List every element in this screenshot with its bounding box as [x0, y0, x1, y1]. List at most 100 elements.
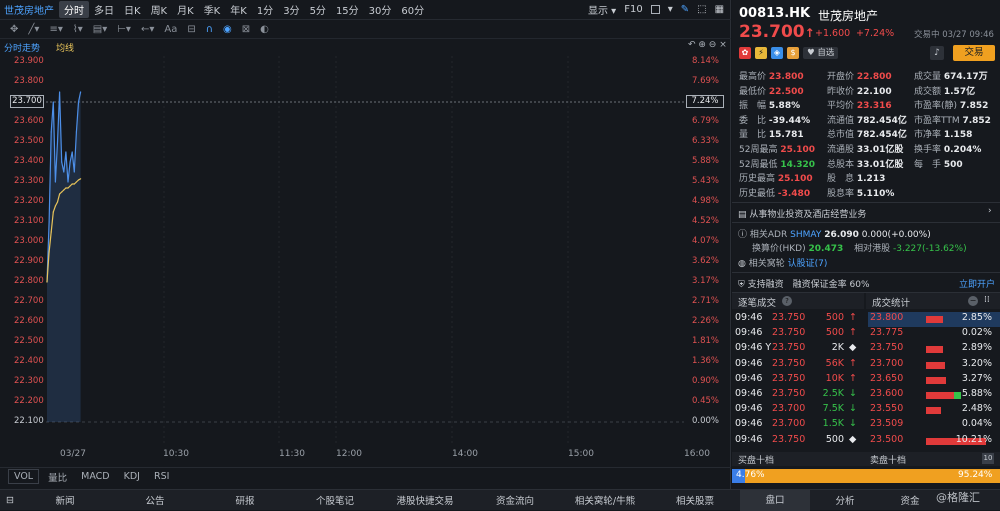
price-point [50, 131, 52, 133]
stat-label: 振 幅 [739, 101, 769, 112]
help-icon[interactable]: ? [782, 296, 792, 306]
f10-button[interactable]: F10 [624, 4, 642, 15]
stock-name-tab[interactable]: 世茂房地产 [0, 1, 59, 18]
bottom-nav: ⊟ 新闻 公告 研报 个股笔记 港股快捷交易 资金流向 相关窝轮/牛熊 相关股票… [0, 489, 1000, 511]
dist-pct: 10.21% [955, 433, 992, 445]
tab-book[interactable]: 盘口 [740, 489, 810, 511]
stat-label: 总股本 [827, 159, 857, 170]
line-tool-icon[interactable]: ╱▾ [28, 24, 39, 35]
watchlist-button[interactable]: ♥ 自选 [803, 47, 839, 59]
ray-tool-icon[interactable]: ≡▾ [49, 24, 62, 35]
tab-monthly-k[interactable]: 月K [172, 1, 199, 18]
tab-15min[interactable]: 15分 [331, 1, 364, 18]
bell-icon[interactable]: ♪ [930, 46, 944, 60]
indicator-macd[interactable]: MACD [76, 470, 114, 483]
stat-item: 市盈率TTM 7.852 [914, 113, 991, 126]
dollar-icon[interactable]: $ [787, 47, 799, 59]
dist-bar [926, 407, 941, 415]
y-tick-right: 3.17% [692, 276, 720, 286]
minus-icon[interactable]: − [968, 296, 978, 306]
nav-related-stocks[interactable]: 相关股票 [650, 493, 740, 507]
nav-money-flow[interactable]: 资金流向 [470, 493, 560, 507]
tab-intraday[interactable]: 分时 [59, 1, 89, 18]
y-tick-left: 22.300 [14, 376, 44, 386]
stat-value: 500 [943, 159, 963, 170]
measure-tool-icon[interactable]: ⊢▾ [117, 24, 131, 35]
trade-time: 09:46 [735, 357, 763, 369]
display-dropdown[interactable]: 显示 ▾ [588, 2, 616, 17]
price-change: +1.600 [815, 28, 851, 39]
tab-quarterly-k[interactable]: 季K [199, 1, 226, 18]
price-point [56, 141, 59, 143]
warrants-link[interactable]: 认股证(7) [788, 259, 828, 269]
stat-value: 7.852 [962, 115, 991, 126]
grid-icon[interactable]: ▦ [715, 4, 724, 15]
y-tick-left: 23.400 [14, 156, 44, 166]
tab-capital[interactable]: 资金 [880, 493, 940, 507]
trade-price: 23.750 [772, 388, 806, 399]
nav-announcements[interactable]: 公告 [110, 493, 200, 507]
chart-controls[interactable]: ↶ ⊕ ⊖ × [688, 40, 727, 50]
trade-button[interactable]: 交易 [953, 45, 995, 61]
indicator-volume-ratio[interactable]: 量比 [43, 469, 72, 485]
stat-label: 委 比 [739, 115, 769, 126]
delete-icon[interactable]: ⊠ [242, 24, 250, 35]
book-ratio-bar: 4.76% 95.24% [732, 469, 1000, 483]
checkbox-icon[interactable] [650, 5, 660, 14]
trade-time: 09:46 [735, 312, 763, 323]
lightning-icon[interactable]: ⚡ [755, 47, 767, 59]
tab-60min[interactable]: 60分 [396, 1, 429, 18]
avg-point [59, 193, 61, 195]
crosshair-icon[interactable]: ✥ [10, 24, 18, 35]
stat-value: 25.100 [777, 174, 813, 185]
tab-1min[interactable]: 1分 [252, 1, 278, 18]
wave-tool-icon[interactable]: ⌇▾ [73, 24, 83, 35]
stat-value: 1.213 [856, 174, 886, 185]
indicator-vol[interactable]: VOL [8, 469, 40, 484]
price-point [65, 151, 67, 153]
dist-pct: 0.02% [961, 327, 992, 339]
stat-item: 振 幅 5.88% [739, 98, 800, 111]
tab-multiday[interactable]: 多日 [89, 1, 119, 18]
y-tick-right: 1.36% [692, 356, 720, 366]
pen-icon[interactable]: ✎ [681, 4, 689, 15]
indicator-kdj[interactable]: KDJ [119, 470, 145, 483]
tab-3min[interactable]: 3分 [278, 1, 304, 18]
nav-warrants[interactable]: 相关窝轮/牛熊 [560, 493, 650, 507]
arrow-tool-icon[interactable]: ←▾ [141, 24, 154, 35]
intraday-chart[interactable] [46, 56, 684, 446]
chevron-right-icon[interactable]: › [988, 206, 992, 216]
eye-icon[interactable]: ◉ [223, 24, 232, 35]
layout-icon[interactable]: ⬚ [697, 4, 706, 15]
grid-icon[interactable]: ⁞⁞ [984, 295, 990, 305]
nav-notes[interactable]: 个股笔记 [290, 493, 380, 507]
indicator-rsi[interactable]: RSI [149, 470, 174, 483]
distribution-row: 23.509 0.04% [868, 418, 1000, 433]
tab-weekly-k[interactable]: 周K [146, 1, 173, 18]
y-tick-right: 1.81% [692, 336, 720, 346]
adr-row[interactable]: ⓘ 相关ADR SHMAY 26.090 0.000(+0.00%) [738, 227, 931, 240]
nav-quick-trade[interactable]: 港股快捷交易 [380, 493, 470, 507]
tab-analysis[interactable]: 分析 [810, 493, 880, 507]
nav-research[interactable]: 研报 [200, 493, 290, 507]
open-account-link[interactable]: 立即开户 [959, 277, 995, 290]
trade-direction: ↓ [849, 388, 857, 399]
ruler-icon[interactable]: ⊟ [187, 24, 195, 35]
tab-30min[interactable]: 30分 [364, 1, 397, 18]
layout-toggle-icon[interactable]: ⊟ [0, 495, 20, 506]
tag-icon[interactable]: ◈ [771, 47, 783, 59]
tab-yearly-k[interactable]: 年K [225, 1, 252, 18]
business-row[interactable]: ▤ 从事物业投资及酒店经营业务 [738, 207, 866, 220]
stat-value: 14.320 [780, 159, 816, 170]
nav-news[interactable]: 新闻 [20, 493, 110, 507]
tab-daily-k[interactable]: 日K [119, 1, 146, 18]
magnet-icon[interactable]: ∩ [206, 24, 213, 35]
tab-5min[interactable]: 5分 [305, 1, 331, 18]
chevron-down-icon[interactable]: ▾ [668, 4, 673, 15]
text-tool-icon[interactable]: Aa [164, 24, 177, 35]
dist-price: 23.500 [870, 433, 904, 445]
ten-level-icon[interactable]: 10 [982, 453, 994, 464]
stat-item: 成交量 674.17万 [914, 69, 988, 82]
fib-tool-icon[interactable]: ▤▾ [93, 24, 107, 35]
toggle-icon[interactable]: ◐ [260, 24, 269, 35]
